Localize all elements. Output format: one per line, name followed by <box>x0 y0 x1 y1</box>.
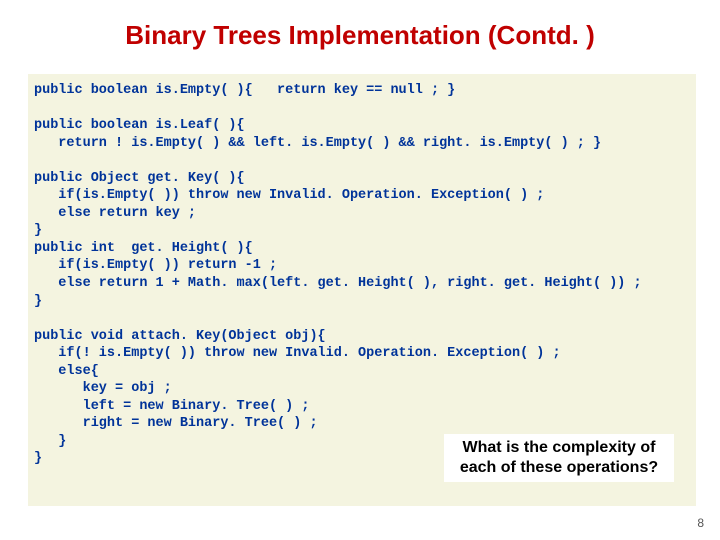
code-text: public boolean is.Empty( ){ return key =… <box>34 82 690 468</box>
complexity-question-box: What is the complexity of each of these … <box>444 434 674 482</box>
slide-title: Binary Trees Implementation (Contd. ) <box>0 0 720 61</box>
slide-number: 8 <box>697 516 704 530</box>
slide: Binary Trees Implementation (Contd. ) pu… <box>0 0 720 540</box>
